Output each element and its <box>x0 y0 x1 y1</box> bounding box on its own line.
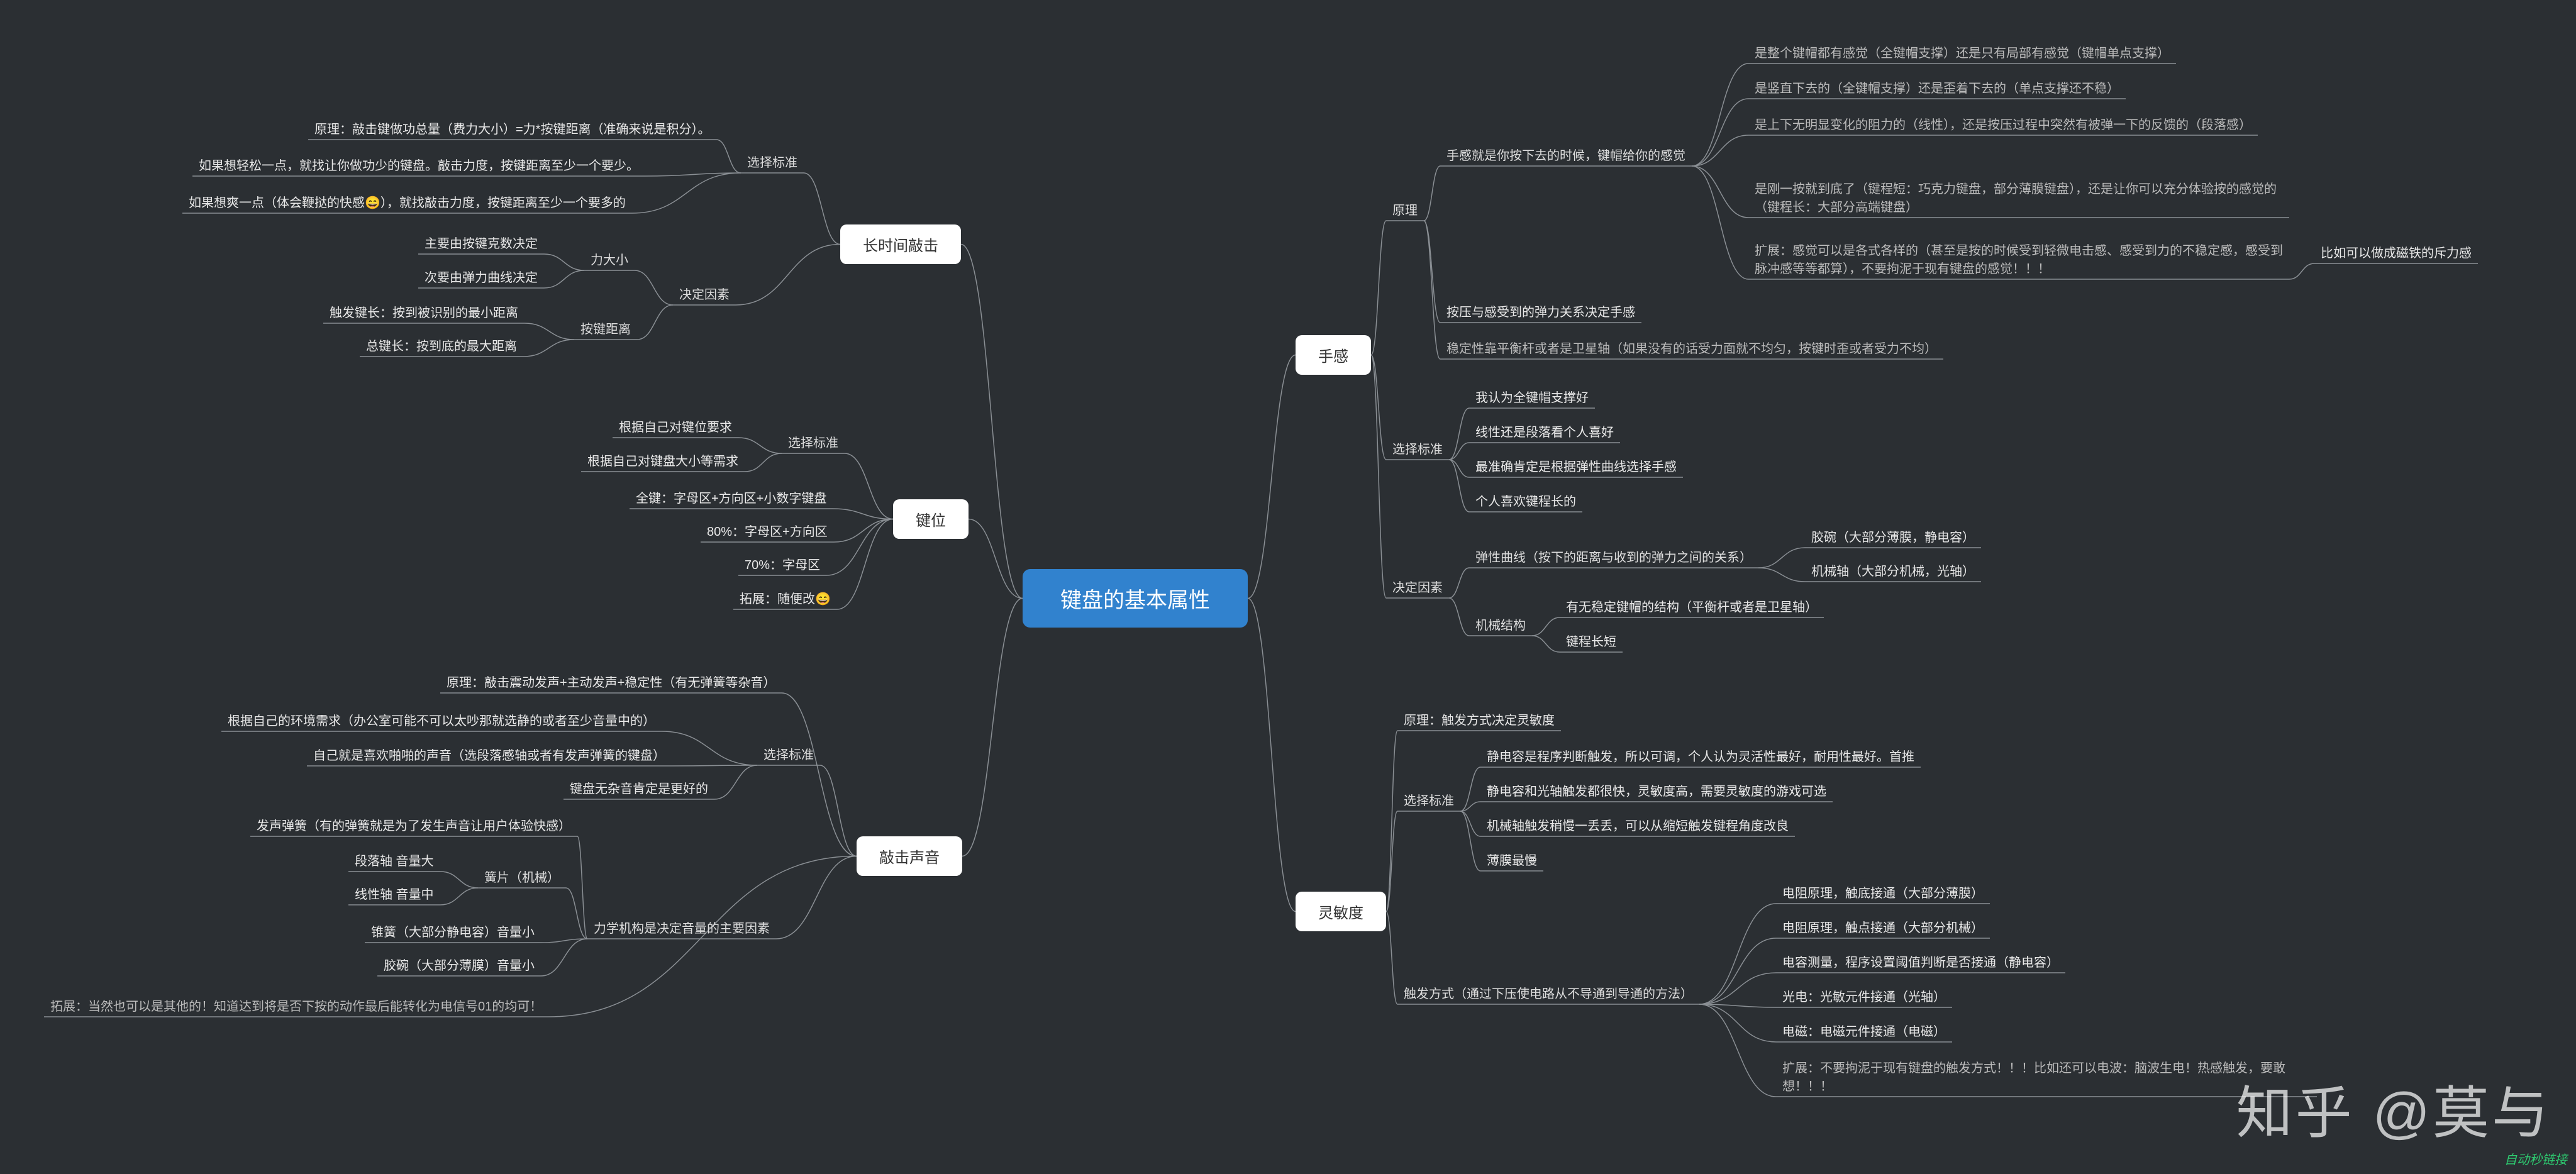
mindmap-sub[interactable]: 选择标准 <box>757 742 820 765</box>
mindmap-leaf[interactable]: 键盘无杂音肯定是更好的 <box>564 776 714 799</box>
mindmap-leaf[interactable]: 主要由按键克数决定 <box>418 231 544 254</box>
mindmap-leaf[interactable]: 机械轴（大部分机械，光轴） <box>1805 558 1981 582</box>
mindmap-sub[interactable]: 机械结构 <box>1469 612 1532 636</box>
mindmap-leaf[interactable]: 电阻原理，触点接通（大部分机械） <box>1776 915 1990 938</box>
mindmap-sub[interactable]: 触发方式（通过下压使电路从不导通到导通的方法） <box>1397 981 1699 1004</box>
corner-autolink[interactable]: 自动秒链接 <box>2504 1149 2567 1168</box>
mindmap-leaf[interactable]: 根据自己对键盘大小等需求 <box>581 448 745 472</box>
mindmap-sub[interactable]: 决定因素 <box>1386 575 1449 598</box>
mindmap-leaf[interactable]: 如果想轻松一点，就找让你做功少的键盘。敲击力度，按键距离至少一个要少。 <box>192 153 645 176</box>
mindmap-far[interactable]: 稳定性靠平衡杆或者是卫星轴（如果没有的话受力面就不均匀，按键时歪或者受力不均） <box>1440 336 1943 359</box>
mindmap-far[interactable]: 是刚一按就到底了（键程短：巧克力键盘，部分薄膜键盘），还是让你可以充分体验按的感… <box>1748 176 2289 218</box>
mindmap-leaf[interactable]: 线性还是段落看个人喜好 <box>1469 419 1620 443</box>
mindmap-leaf[interactable]: 有无稳定键帽的结构（平衡杆或者是卫星轴） <box>1560 594 1824 617</box>
mindmap-leaf[interactable]: 比如可以做成磁铁的斥力感 <box>2314 240 2478 263</box>
mindmap-far[interactable]: 拓展：当然也可以是其他的！知道达到将是否下按的动作最后能转化为电信号01的均可！ <box>44 994 548 1017</box>
mindmap-box[interactable]: 键位 <box>893 499 969 539</box>
mindmap-leaf[interactable]: 80%：字母区+方向区 <box>701 519 834 542</box>
mindmap-leaf[interactable]: 自己就是喜欢啪啪的声音（选段落感轴或者有发声弹簧的键盘） <box>307 743 672 766</box>
mindmap-sub[interactable]: 选择标准 <box>741 150 804 173</box>
mindmap-sub[interactable]: 弹性曲线（按下的距离与收到的弹力之间的关系） <box>1469 545 1758 568</box>
mindmap-leaf[interactable]: 电阻原理，触底接通（大部分薄膜） <box>1776 880 1990 904</box>
mindmap-leaf[interactable]: 胶碗（大部分薄膜）音量小 <box>377 953 541 976</box>
mindmap-leaf[interactable]: 静电容和光轴触发都很快，灵敏度高，需要灵敏度的游戏可选 <box>1480 778 1833 802</box>
mindmap-leaf[interactable]: 70%：字母区 <box>738 552 826 575</box>
watermark: 知乎 @莫与 <box>2236 1067 2551 1149</box>
mindmap-leaf[interactable]: 线性轴 音量中 <box>348 882 440 905</box>
mindmap-sub[interactable]: 选择标准 <box>1386 436 1449 460</box>
mindmap-leaf[interactable]: 原理：敲击震动发声+主动发声+稳定性（有无弹簧等杂音） <box>440 670 782 693</box>
mindmap-sub[interactable]: 力大小 <box>584 247 635 270</box>
mindmap-leaf[interactable]: 发声弹簧（有的弹簧就是为了发生声音让用户体验快感） <box>250 813 577 836</box>
mindmap-leaf[interactable]: 电磁：电磁元件接通（电磁） <box>1776 1019 1952 1042</box>
mindmap-far[interactable]: 是竖直下去的（全键帽支撑）还是歪着下去的（单点支撑还不稳） <box>1748 75 2126 99</box>
mindmap-box[interactable]: 敲击声音 <box>857 836 962 876</box>
mindmap-leaf[interactable]: 段落轴 音量大 <box>348 848 440 872</box>
mindmap-leaf[interactable]: 如果想爽一点（体会鞭挞的快感😄），就找敲击力度，按键距离至少一个要多的 <box>182 190 632 213</box>
mindmap-sub[interactable]: 簧片（机械） <box>478 865 566 888</box>
mindmap-leaf[interactable]: 光电：光敏元件接通（光轴） <box>1776 984 1952 1007</box>
mindmap-leaf[interactable]: 次要由弹力曲线决定 <box>418 265 544 288</box>
mindmap-sub[interactable]: 按键距离 <box>574 316 637 340</box>
mindmap-leaf[interactable]: 静电容是程序判断触发，所以可调，个人认为灵活性最好，耐用性最好。首推 <box>1480 744 1921 767</box>
mindmap-leaf[interactable]: 原理：敲击键做功总量（费力大小）=力*按键距离（准确来说是积分）。 <box>308 116 716 140</box>
mindmap-leaf[interactable]: 根据自己的环境需求（办公室可能不可以太吵那就选静的或者至少音量中的） <box>221 708 662 731</box>
mindmap-sub[interactable]: 选择标准 <box>782 430 845 453</box>
mindmap-far[interactable]: 是上下无明显变化的阻力的（线性），还是按压过程中突然有被弹一下的反馈的（段落感） <box>1748 112 2258 135</box>
mindmap-leaf[interactable]: 按压与感受到的弹力关系决定手感 <box>1440 299 1641 323</box>
mindmap-leaf[interactable]: 我认为全键帽支撑好 <box>1469 385 1595 408</box>
mindmap-sub[interactable]: 力学机构是决定音量的主要因素 <box>587 916 776 939</box>
mindmap-leaf[interactable]: 触发键长：按到被识别的最小距离 <box>323 300 525 323</box>
mindmap-leaf[interactable]: 个人喜欢键程长的 <box>1469 489 1582 512</box>
mindmap-leaf[interactable]: 电容测量，程序设置阈值判断是否接通（静电容） <box>1776 950 2065 973</box>
mindmap-sub[interactable]: 原理 <box>1386 197 1424 221</box>
mindmap-leaf[interactable]: 键程长短 <box>1560 629 1623 652</box>
mindmap-far[interactable]: 扩展：感觉可以是各式各样的（甚至是按的时候受到轻微电击感、感受到力的不稳定感，感… <box>1748 238 2289 279</box>
mindmap-leaf[interactable]: 拓展：随便改😄 <box>733 586 837 609</box>
mindmap-leaf[interactable]: 根据自己对键位要求 <box>613 414 738 438</box>
mindmap-leaf[interactable]: 胶碗（大部分薄膜，静电容） <box>1805 524 1981 548</box>
mindmap-leaf[interactable]: 全键：字母区+方向区+小数字键盘 <box>630 485 833 509</box>
mindmap-leaf[interactable]: 总键长：按到底的最大距离 <box>360 333 523 357</box>
mindmap-far[interactable]: 是整个键帽都有感觉（全键帽支撑）还是只有局部有感觉（键帽单点支撑） <box>1748 40 2176 64</box>
mindmap-sub[interactable]: 决定因素 <box>673 282 736 305</box>
mindmap-leaf[interactable]: 薄膜最慢 <box>1480 848 1543 871</box>
mindmap-box[interactable]: 灵敏度 <box>1296 892 1386 931</box>
mindmap-leaf[interactable]: 原理：触发方式决定灵敏度 <box>1397 707 1561 731</box>
mindmap-leaf[interactable]: 机械轴触发稍慢一丢丢，可以从缩短触发键程角度改良 <box>1480 813 1795 836</box>
mindmap-leaf[interactable]: 锥簧（大部分静电容）音量小 <box>365 919 541 943</box>
mindmap-box[interactable]: 手感 <box>1296 335 1371 375</box>
mindmap-sub[interactable]: 手感就是你按下去的时候，键帽给你的感觉 <box>1440 143 1692 166</box>
mindmap-sub[interactable]: 选择标准 <box>1397 788 1460 811</box>
mindmap-box[interactable]: 长时间敲击 <box>840 224 961 264</box>
mindmap-leaf[interactable]: 最准确肯定是根据弹性曲线选择手感 <box>1469 454 1683 477</box>
mindmap-root[interactable]: 键盘的基本属性 <box>1023 569 1248 628</box>
